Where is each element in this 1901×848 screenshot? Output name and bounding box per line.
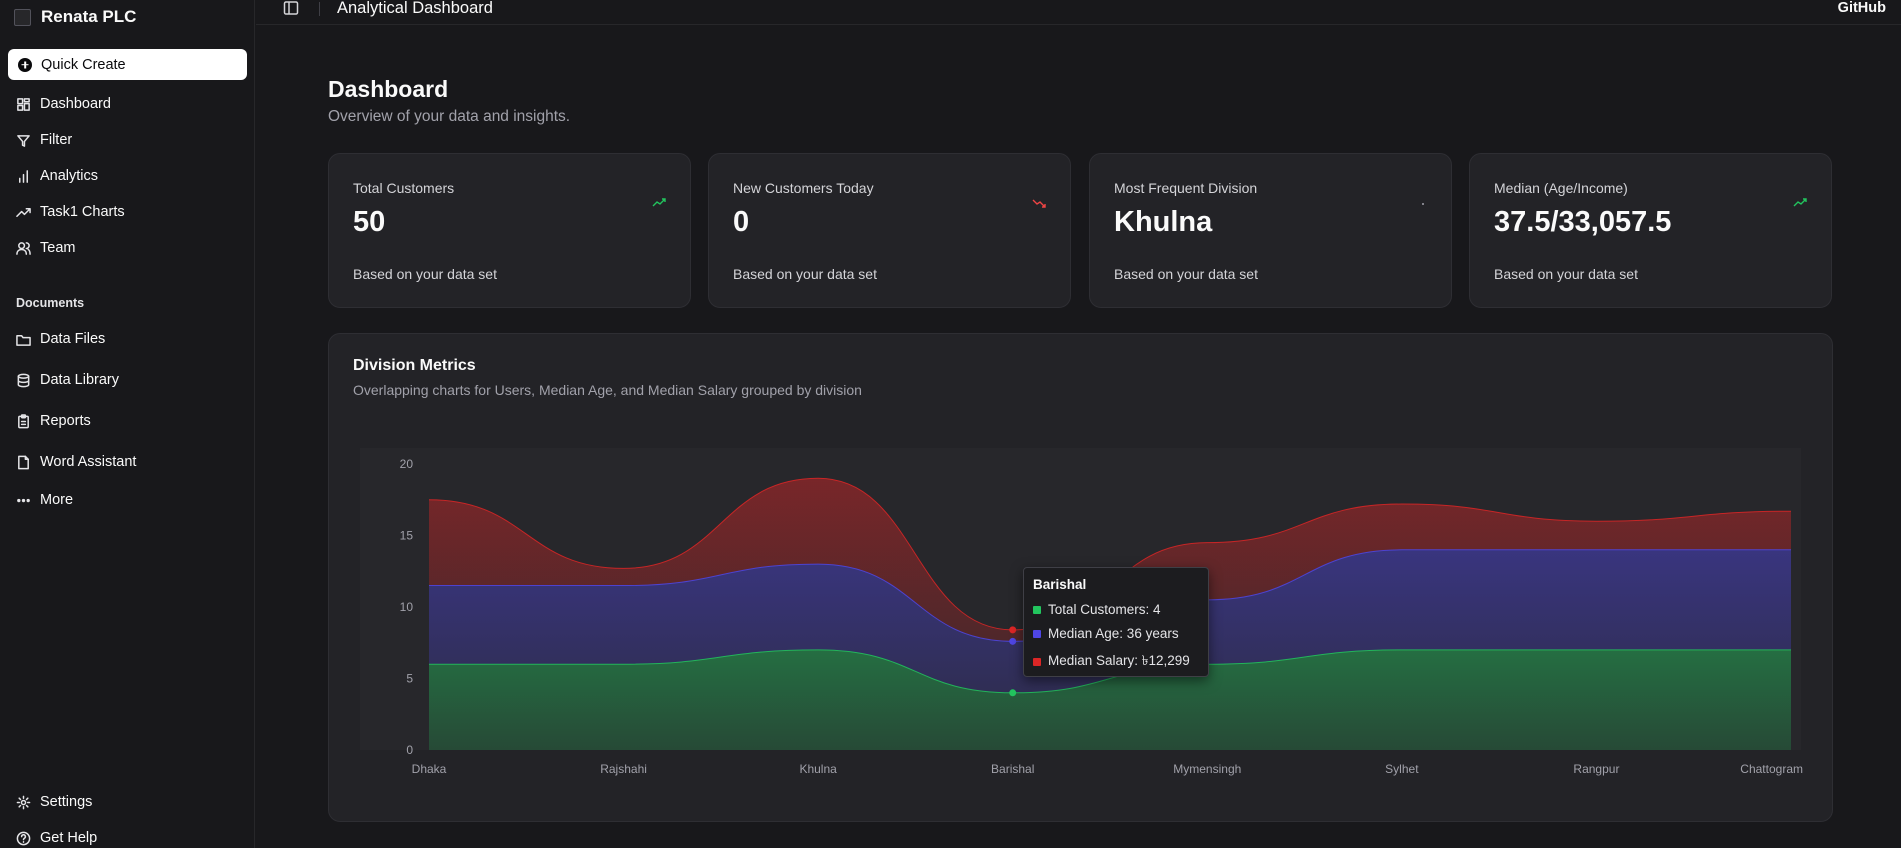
legend-swatch <box>1033 605 1041 614</box>
y-tick-label: 10 <box>400 600 414 614</box>
tooltip-row-median-salary: Median Salary: ৳12,299 <box>1033 650 1190 673</box>
division-metrics-chart[interactable]: 0 5 10 15 20 Dhaka Rajshahi Khulna Barishal Mymen… <box>0 0 1901 848</box>
tooltip-row-total-customers: Total Customers: 4 <box>1033 602 1161 617</box>
active-point <box>1009 689 1017 697</box>
x-tick-label: Sylhet <box>1385 762 1419 776</box>
tooltip-row-label: Median Age: 36 years <box>1048 626 1179 641</box>
x-tick-label: Barishal <box>991 762 1034 776</box>
tooltip-row-label: Total Customers: 4 <box>1048 602 1161 617</box>
x-tick-label: Mymensingh <box>1173 762 1241 776</box>
legend-swatch <box>1033 657 1041 666</box>
active-point <box>1009 637 1017 645</box>
x-tick-label: Khulna <box>799 762 837 776</box>
x-tick-label: Chattogram <box>1740 762 1803 776</box>
tooltip-row-label: Median Salary: ৳12,299 <box>1048 653 1190 668</box>
active-point <box>1009 626 1017 634</box>
x-tick-label: Dhaka <box>412 762 447 776</box>
legend-swatch <box>1033 629 1041 638</box>
tooltip-title: Barishal <box>1033 577 1087 592</box>
tooltip-row-median-age: Median Age: 36 years <box>1033 626 1179 641</box>
y-tick-label: 5 <box>406 672 413 686</box>
chart-tooltip: Barishal Total Customers: 4 Median Age: … <box>1023 567 1209 677</box>
x-tick-label: Rajshahi <box>600 762 647 776</box>
y-tick-label: 0 <box>406 743 413 757</box>
y-tick-label: 20 <box>400 457 414 471</box>
y-tick-label: 15 <box>400 529 414 543</box>
x-tick-label: Rangpur <box>1573 762 1619 776</box>
